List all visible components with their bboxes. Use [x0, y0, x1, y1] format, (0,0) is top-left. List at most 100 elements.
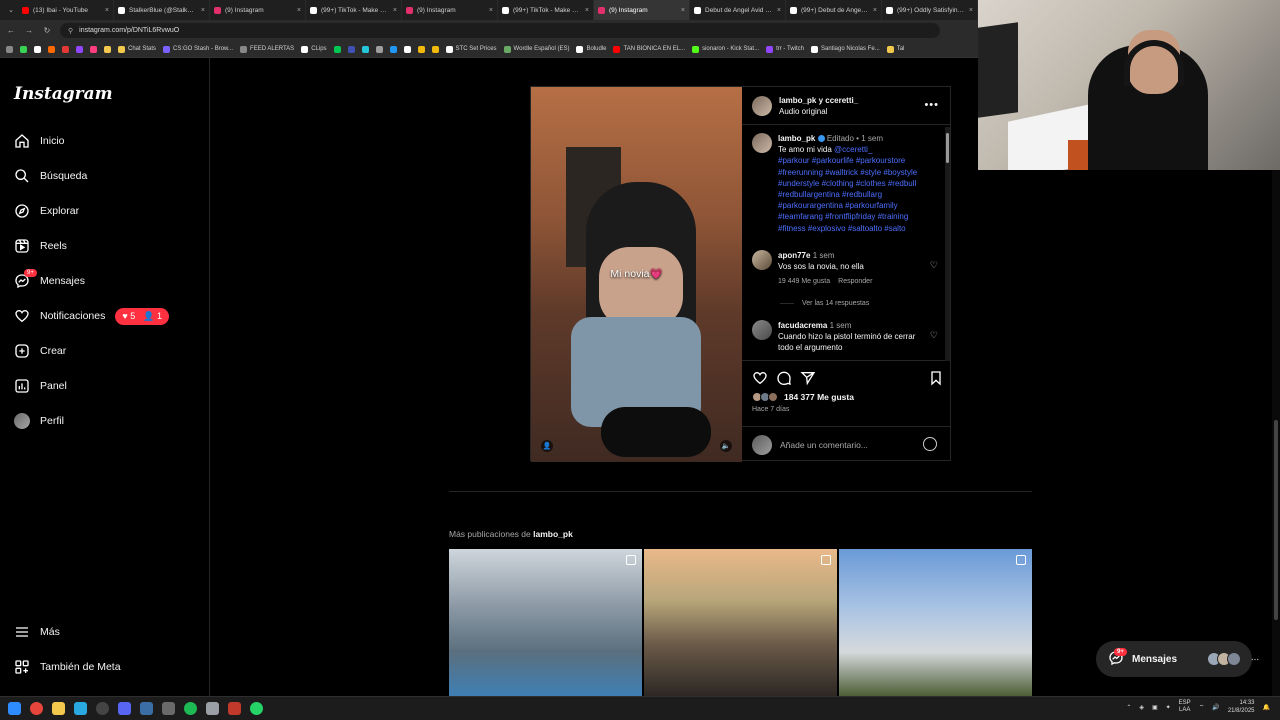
nav-notificaciones[interactable]: Notificaciones ♥ 5 👤 1: [14, 304, 169, 328]
tab-close-icon[interactable]: ×: [777, 7, 781, 14]
tab-close-icon[interactable]: ×: [105, 7, 109, 14]
tab-close-icon[interactable]: ×: [297, 7, 301, 14]
bookmark-item[interactable]: [62, 45, 69, 53]
comment-user[interactable]: facudacrema: [778, 321, 827, 330]
tray-app-icon[interactable]: ◈: [1139, 704, 1144, 711]
nav-inicio[interactable]: Inicio: [14, 129, 65, 153]
bookmark-item[interactable]: [20, 45, 27, 53]
tab-close-icon[interactable]: ×: [393, 7, 397, 14]
caption-user[interactable]: lambo_pk: [778, 134, 815, 143]
post-video[interactable]: Mi novia💗 👤 🔈: [531, 87, 742, 462]
more-posts-user[interactable]: lambo_pk: [533, 529, 573, 539]
browser-tab[interactable]: StalkerBlue (@Stalker... ×: [114, 0, 210, 20]
browser-tab[interactable]: (99+) Debut de Angel A... ×: [786, 0, 882, 20]
back-icon[interactable]: ←: [6, 26, 16, 35]
chrome-icon[interactable]: [30, 702, 43, 715]
apps-icon[interactable]: [6, 45, 13, 53]
nav-perfil[interactable]: Perfil: [14, 409, 64, 433]
wifi-icon[interactable]: ⌔: [1199, 703, 1205, 711]
bookmark-item[interactable]: STC Set Prices: [445, 45, 497, 53]
app-icon[interactable]: [206, 702, 219, 715]
app-icon[interactable]: [162, 702, 175, 715]
likes-summary[interactable]: 184 377 Me gusta: [752, 392, 854, 402]
browser-tab[interactable]: (99+) TikTok - Make Yo... ×: [498, 0, 594, 20]
floating-messages-button[interactable]: 9+ Mensajes ⋯: [1096, 641, 1259, 677]
notification-pill[interactable]: ♥ 5 👤 1: [115, 307, 169, 325]
bookmark-item[interactable]: CS:GO Stash - Brow...: [163, 45, 233, 53]
browser-tab[interactable]: (13) Ibai - YouTube ×: [18, 0, 114, 20]
comment-avatar[interactable]: [752, 250, 772, 270]
app-icon[interactable]: [140, 702, 153, 715]
caption-mention[interactable]: @cceretti_: [834, 145, 872, 154]
bookmark-item[interactable]: [76, 45, 83, 53]
app-icon[interactable]: [228, 702, 241, 715]
caption-hashtags[interactable]: #parkour #parkourlife #parkourstore #fre…: [778, 156, 917, 232]
nav-panel[interactable]: Panel: [14, 374, 67, 398]
comments-scrollbar[interactable]: [945, 127, 950, 361]
add-comment-input[interactable]: Añade un comentario...: [780, 440, 868, 450]
forward-icon[interactable]: →: [24, 26, 34, 35]
bookmark-item[interactable]: [403, 45, 411, 53]
likes-count[interactable]: 184 377 Me gusta: [784, 392, 854, 402]
tray-app-icon[interactable]: ✦: [1166, 704, 1171, 711]
bookmark-item[interactable]: [90, 45, 97, 53]
post-author-names[interactable]: lambo_pk y cceretti_: [779, 96, 858, 105]
bookmark-item[interactable]: CLips: [301, 45, 327, 53]
comment-avatar[interactable]: [752, 320, 772, 340]
more-options-icon[interactable]: •••: [924, 99, 939, 111]
comment-user[interactable]: apon77e: [778, 251, 810, 260]
tab-close-icon[interactable]: ×: [873, 7, 877, 14]
bookmark-item[interactable]: sionaron - Kick Stat...: [692, 45, 759, 53]
site-info-icon[interactable]: ⚲: [68, 27, 73, 35]
bookmark-item[interactable]: Wordle Español (ES): [503, 45, 569, 53]
tab-close-icon[interactable]: ×: [969, 7, 973, 14]
bookmark-item[interactable]: [417, 45, 425, 53]
volume-icon[interactable]: 🔈: [720, 440, 732, 452]
bookmark-item[interactable]: [361, 45, 369, 53]
comment-bubble-icon[interactable]: [776, 370, 792, 391]
bookmark-item[interactable]: Tal: [886, 45, 904, 53]
nav-crear[interactable]: Crear: [14, 339, 66, 363]
bookmark-item[interactable]: TAN BIONICA EN EL...: [613, 45, 685, 53]
nav-mensajes[interactable]: 9+ Mensajes: [14, 269, 85, 293]
bookmark-item[interactable]: [333, 45, 341, 53]
comment-like-icon[interactable]: ♡: [930, 330, 938, 341]
bookmark-item[interactable]: Santiago Nicolas Fe...: [810, 45, 880, 53]
bookmark-item[interactable]: [431, 45, 439, 53]
tab-close-icon[interactable]: ×: [585, 7, 589, 14]
browser-tab[interactable]: (9) Instagram ×: [402, 0, 498, 20]
tagged-user-icon[interactable]: 👤: [541, 440, 553, 452]
bookmark-item[interactable]: FEED ALERTAS: [240, 45, 294, 53]
bookmark-item[interactable]: [375, 45, 383, 53]
author-avatar[interactable]: [752, 95, 772, 116]
post-thumbnail[interactable]: [449, 549, 642, 696]
bookmark-icon[interactable]: [928, 370, 944, 391]
browser-tab[interactable]: (99+) Oddly Satisfying... ×: [882, 0, 978, 20]
nav-reels[interactable]: Reels: [14, 234, 67, 258]
notification-bell-icon[interactable]: 🔔: [1263, 704, 1270, 711]
spotify-icon[interactable]: [184, 702, 197, 715]
bookmark-item[interactable]: [347, 45, 355, 53]
obs-icon[interactable]: [96, 702, 109, 715]
comment-like-icon[interactable]: ♡: [930, 260, 938, 271]
nav-mas[interactable]: Más: [14, 620, 60, 644]
comment-likes[interactable]: 19 449 Me gusta: [778, 276, 830, 287]
clock[interactable]: 14:33 21/8/2025: [1228, 699, 1255, 715]
view-replies[interactable]: —— Ver las 14 respuestas: [778, 298, 918, 309]
nav-tambien-de-meta[interactable]: También de Meta: [14, 655, 121, 679]
language-indicator[interactable]: ESP LAA: [1179, 700, 1191, 714]
url-input[interactable]: ⚲ instagram.com/p/DNTiL6RvwuO: [60, 23, 940, 38]
bookmark-item[interactable]: [389, 45, 397, 53]
windows-start-icon[interactable]: [8, 702, 21, 715]
browser-tab[interactable]: Debut de Angel Avid c... ×: [690, 0, 786, 20]
bookmark-item[interactable]: [34, 45, 41, 53]
tray-app-icon[interactable]: ▣: [1152, 704, 1158, 711]
post-thumbnail[interactable]: [644, 549, 837, 696]
post-thumbnail[interactable]: [839, 549, 1032, 696]
bookmark-item[interactable]: [48, 45, 55, 53]
share-send-icon[interactable]: [800, 370, 816, 391]
tab-close-icon[interactable]: ×: [489, 7, 493, 14]
nav-busqueda[interactable]: Búsqueda: [14, 164, 87, 188]
like-heart-icon[interactable]: [752, 370, 768, 391]
comments-scroll-thumb[interactable]: [946, 133, 949, 163]
